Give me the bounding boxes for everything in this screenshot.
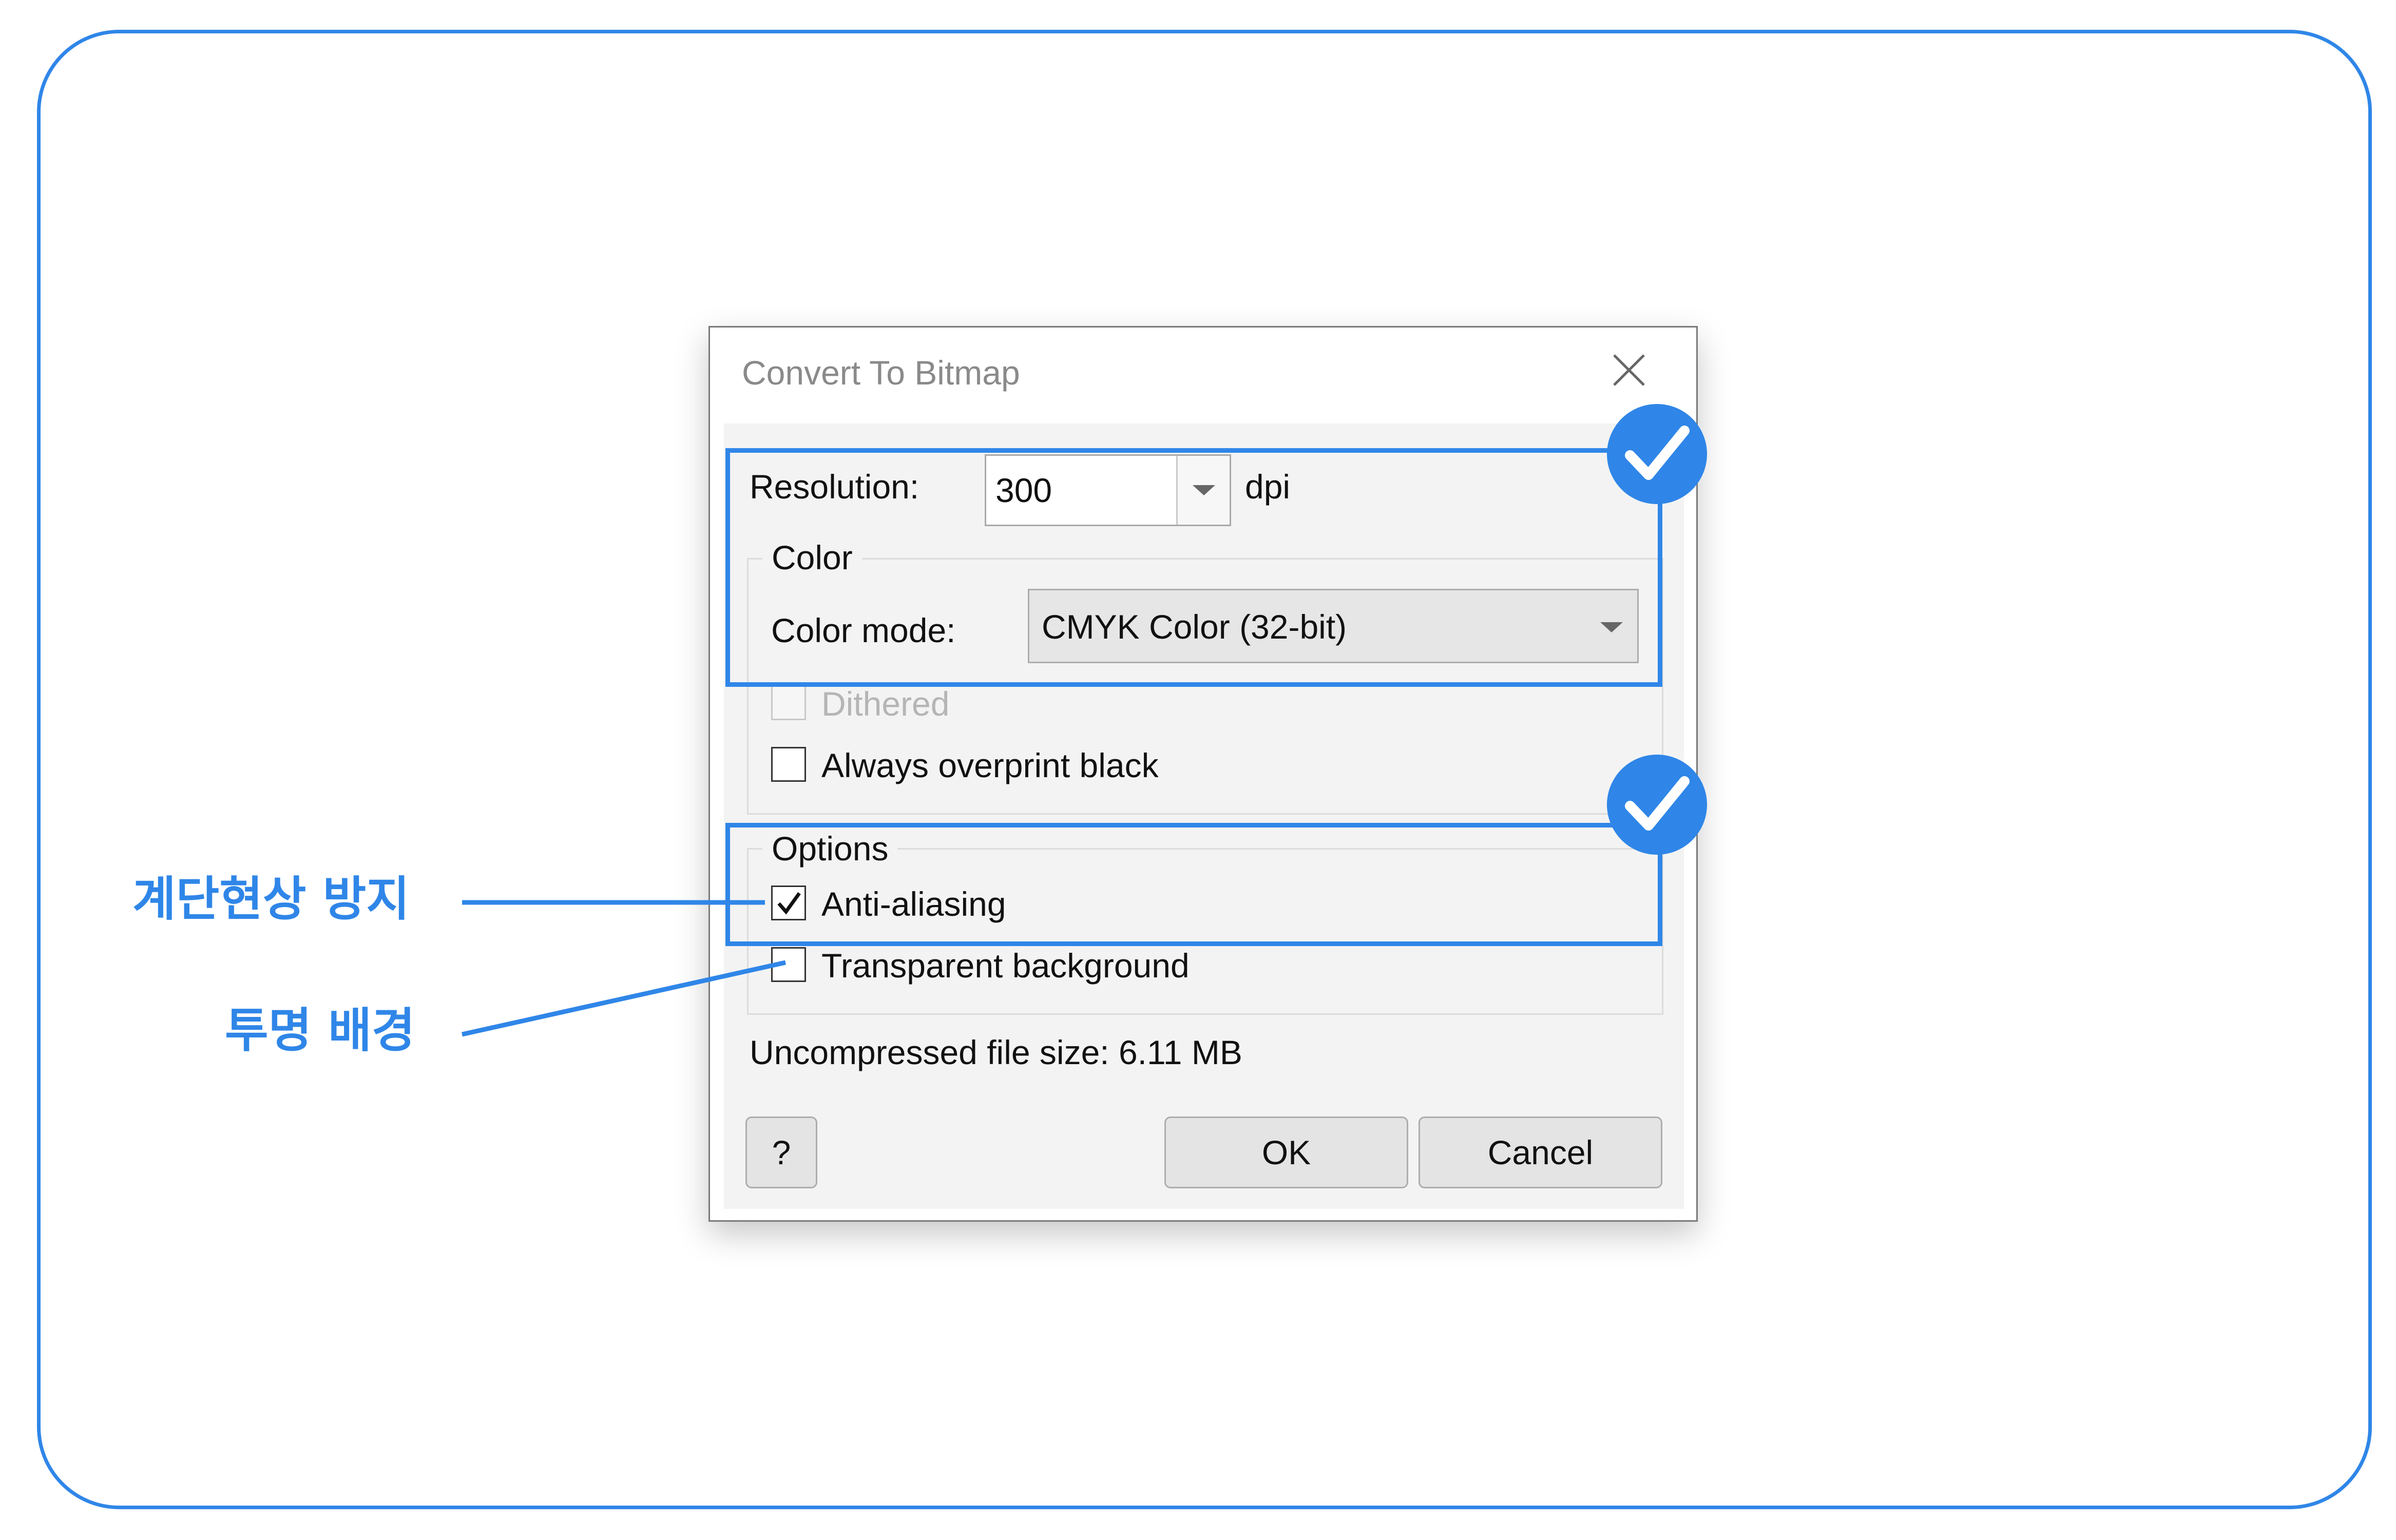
annotation-anti-aliasing: 계단현상 방지 [132, 872, 410, 927]
annotation-lines [462, 900, 786, 1037]
annotation-transparent: 투명 배경 [225, 1003, 415, 1058]
